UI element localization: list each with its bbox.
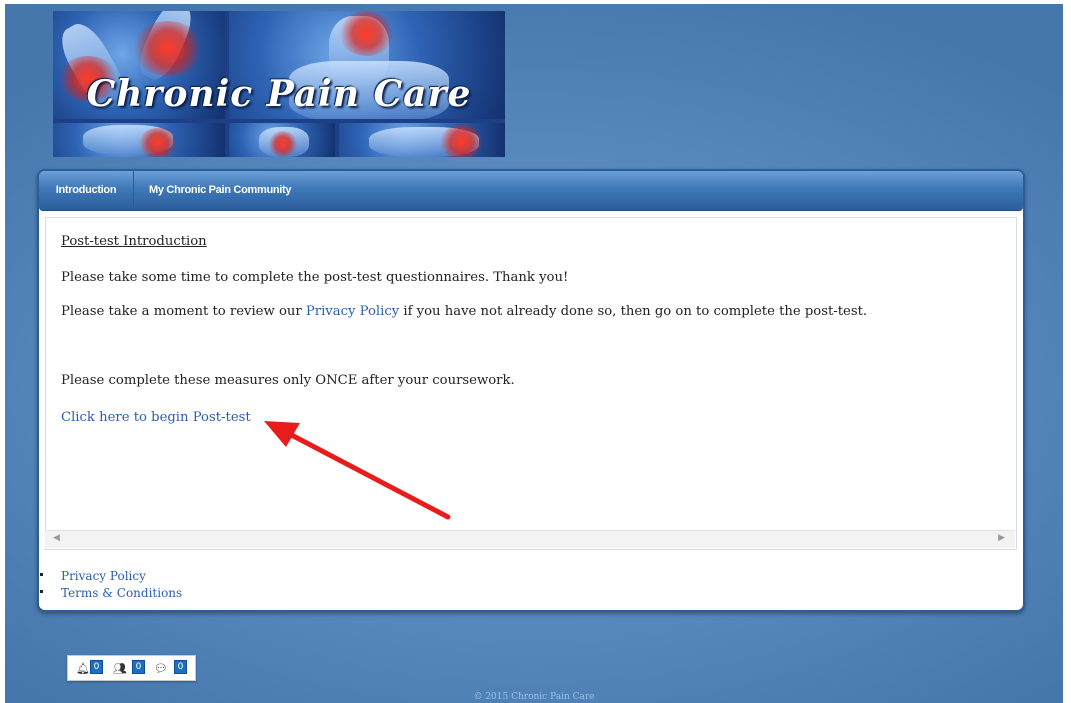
instruction-text: Please complete these measures only ONCE… (61, 373, 515, 388)
privacy-text: Please take a moment to review our Priva… (61, 304, 867, 319)
message-count[interactable]: 0 (174, 660, 187, 674)
content-area: Post-test Introduction Please take some … (45, 217, 1017, 550)
red-arrow-icon (264, 421, 451, 520)
scroll-right-icon[interactable]: ▶ (998, 533, 1005, 543)
banner-image-spine (229, 123, 335, 157)
tab-introduction[interactable]: Introduction (39, 171, 134, 210)
notification-count[interactable]: 0 (90, 660, 103, 674)
messages-icon[interactable]: 💬︎ (154, 662, 168, 675)
tab-my-chronic-pain-community[interactable]: My Chronic Pain Community (149, 171, 292, 210)
footer-terms-link[interactable]: Terms & Conditions (61, 586, 182, 600)
nav-bar: Introduction My Chronic Pain Community (39, 171, 1023, 211)
notification-bar: 🔔︎ 0 👥︎ 0 💬︎ 0 (67, 655, 196, 681)
horizontal-scrollbar[interactable]: ◀ ▶ (45, 530, 1015, 548)
banner-title: Chronic Pain Care (86, 73, 472, 115)
scroll-left-icon[interactable]: ◀ (53, 533, 60, 543)
friends-icon[interactable]: 👥︎ (113, 662, 127, 675)
site-banner[interactable]: Chronic Pain Care (53, 11, 505, 157)
banner-image-shoulder (339, 123, 505, 157)
privacy-policy-link[interactable]: Privacy Policy (306, 304, 399, 319)
copyright-text: © 2015 Chronic Pain Care (473, 692, 595, 702)
footer-link-item: Privacy Policy (39, 567, 182, 584)
page-heading: Post-test Introduction (61, 234, 207, 249)
intro-text: Please take some time to complete the po… (61, 270, 569, 285)
privacy-text-suffix: if you have not already done so, then go… (399, 304, 868, 319)
footer-privacy-policy-link[interactable]: Privacy Policy (61, 569, 146, 583)
main-panel: Introduction My Chronic Pain Community P… (37, 169, 1025, 612)
footer-links: Privacy Policy Terms & Conditions (39, 567, 182, 601)
bell-icon[interactable]: 🔔︎ (76, 662, 90, 675)
footer-link-item: Terms & Conditions (39, 584, 182, 601)
begin-post-test-link[interactable]: Click here to begin Post-test (61, 410, 251, 425)
friend-request-count[interactable]: 0 (132, 660, 145, 674)
page-background: Chronic Pain Care Introduction My Chroni… (5, 4, 1063, 703)
banner-image-back (53, 123, 225, 157)
privacy-text-prefix: Please take a moment to review our (61, 304, 306, 319)
